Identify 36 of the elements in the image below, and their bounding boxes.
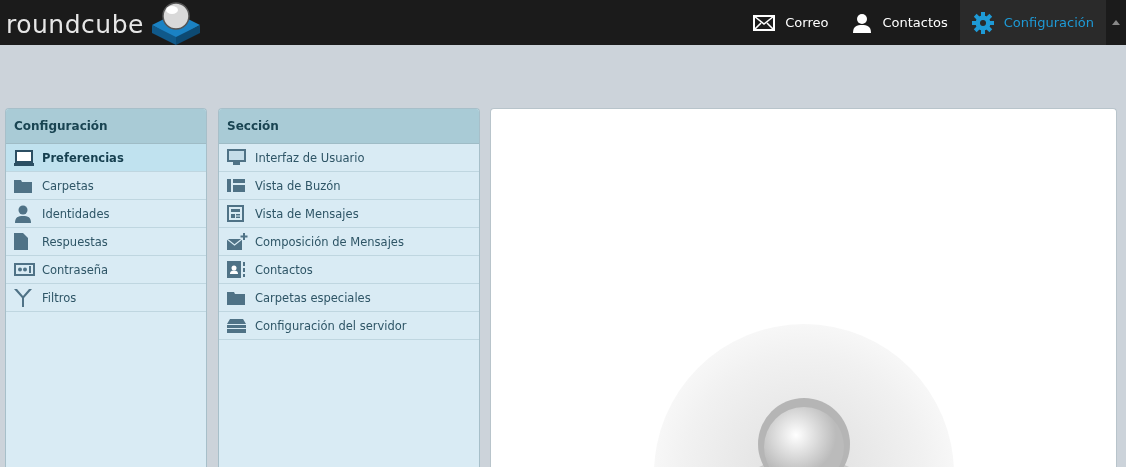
menu-item[interactable]: Configuración del servidor: [219, 312, 479, 340]
nav-tab[interactable]: Correo: [741, 0, 841, 45]
server-icon: [227, 318, 246, 333]
filter-icon: [14, 288, 32, 307]
person-icon: [852, 12, 873, 33]
nav-tab[interactable]: Contactos: [840, 0, 960, 45]
logo-text: roundcube: [6, 10, 144, 41]
menu-item[interactable]: Carpetas: [6, 172, 206, 200]
menu-item[interactable]: Contraseña: [6, 256, 206, 284]
nav-tab[interactable]: Configuración: [959, 0, 1106, 45]
menu-item[interactable]: Carpetas especiales: [219, 284, 479, 312]
menu-item[interactable]: Contactos: [219, 256, 479, 284]
message-layout-icon: [227, 205, 244, 222]
panel-title: Configuración: [6, 109, 206, 144]
password-icon: [14, 263, 35, 276]
laptop-icon: [14, 149, 34, 166]
menu-item[interactable]: Composición de Mensajes: [219, 228, 479, 256]
menu-item[interactable]: Interfaz de Usuario: [219, 144, 479, 172]
collapse-icon[interactable]: [1112, 20, 1120, 25]
folder-icon: [227, 290, 245, 305]
menu-item[interactable]: Filtros: [6, 284, 206, 312]
envelope-plus-icon: [227, 233, 248, 250]
menu-item[interactable]: Respuestas: [6, 228, 206, 256]
envelope-icon: [753, 14, 776, 31]
panel-title: Sección: [219, 109, 479, 144]
folder-icon: [14, 178, 32, 193]
menu-item[interactable]: Vista de Mensajes: [219, 200, 479, 228]
list-layout-icon: [227, 179, 245, 192]
menu-item[interactable]: Preferencias: [6, 144, 206, 172]
person-icon: [14, 204, 32, 223]
monitor-icon: [227, 149, 246, 166]
document-icon: [14, 233, 28, 250]
contact-card-icon: [227, 261, 246, 278]
menu-item[interactable]: Identidades: [6, 200, 206, 228]
menu-item[interactable]: Vista de Buzón: [219, 172, 479, 200]
settings-icon: [971, 11, 994, 34]
